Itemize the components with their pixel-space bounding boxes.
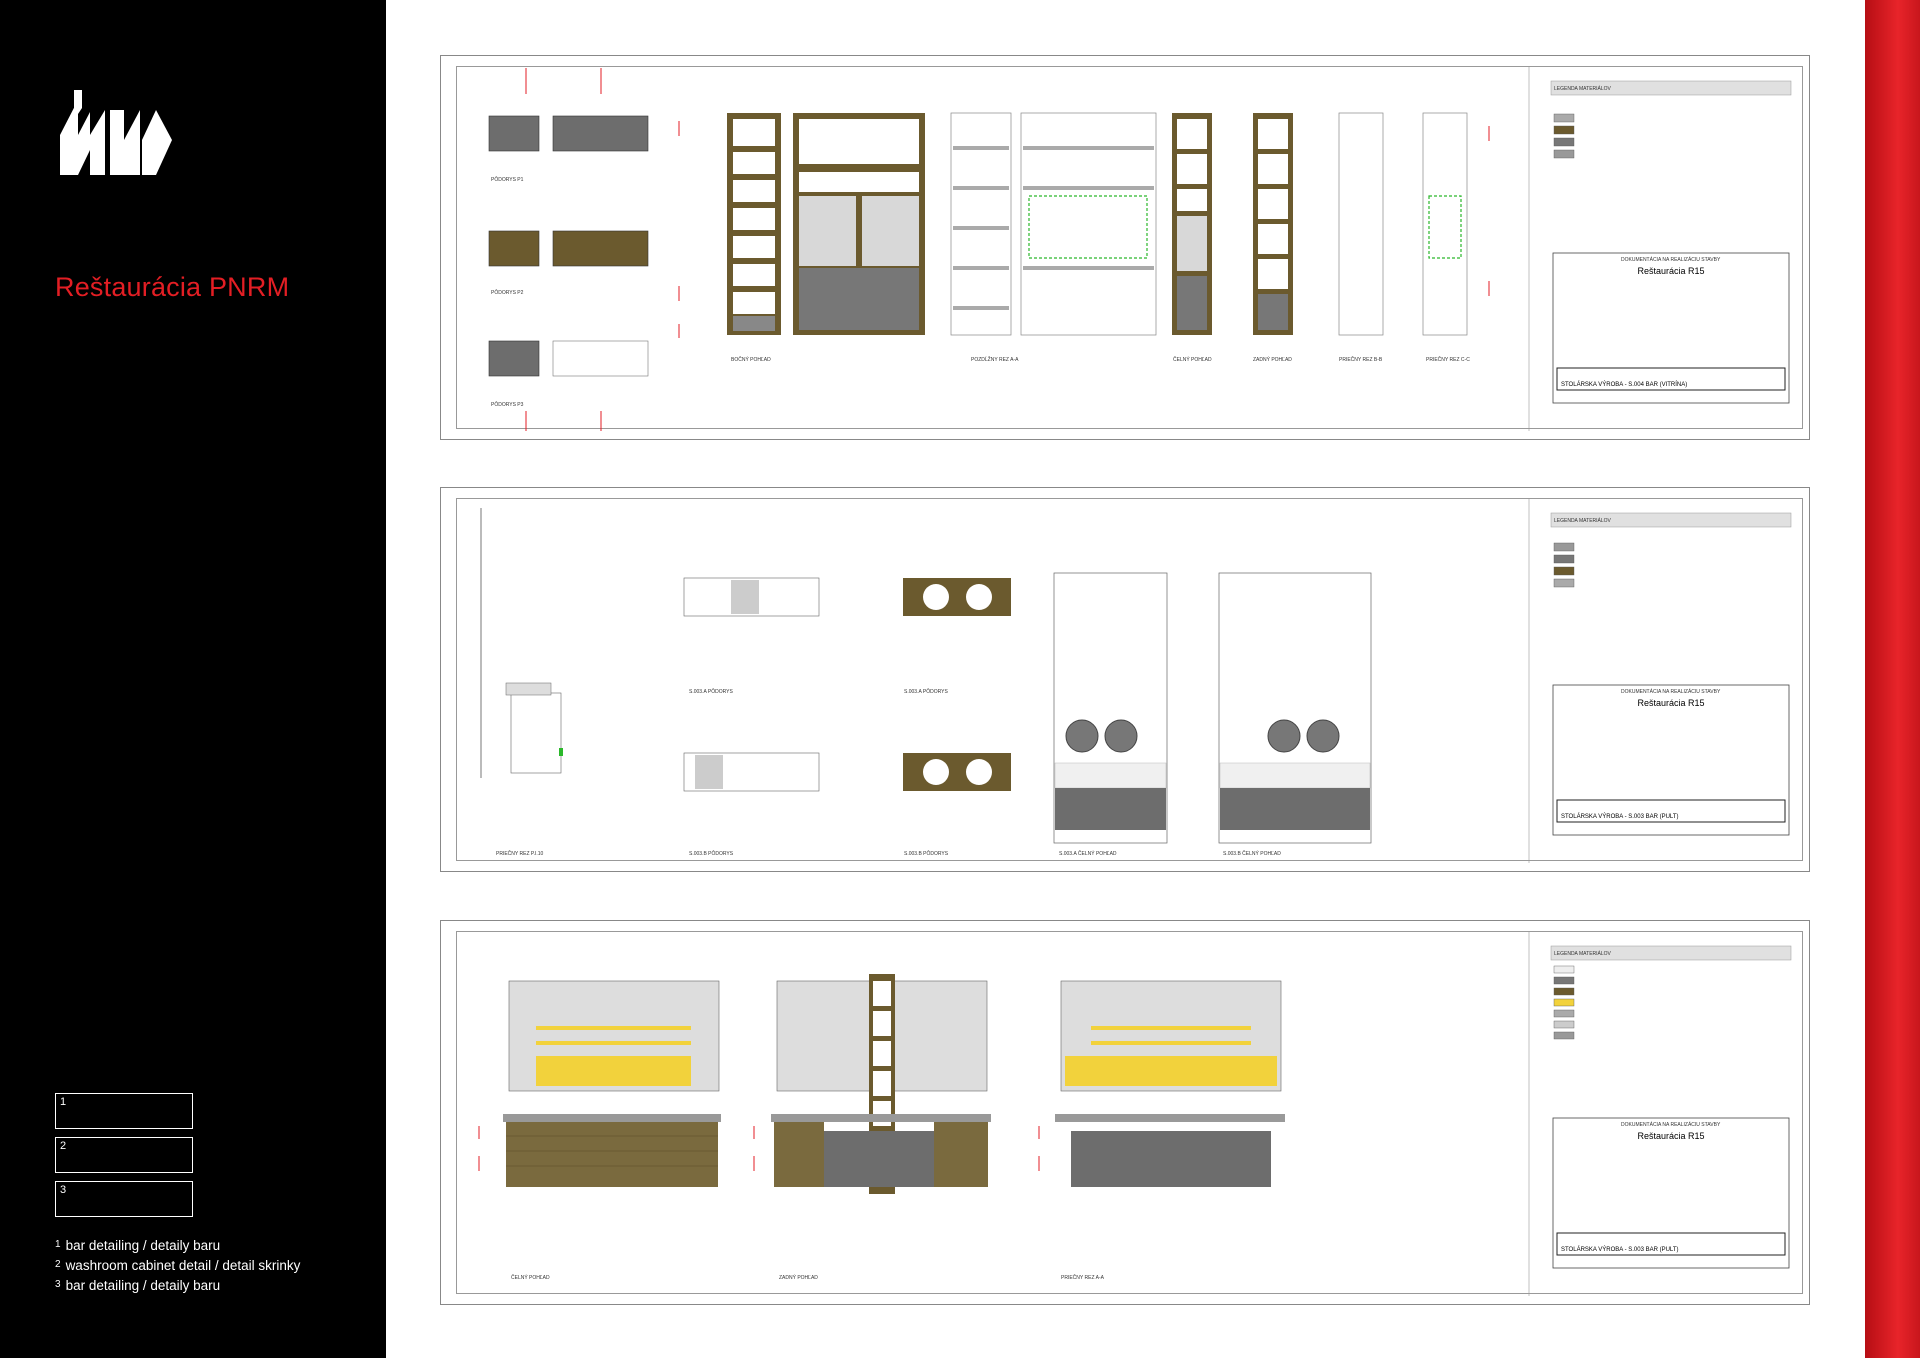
view-label: PRIEČNY REZ C-C [1426, 356, 1470, 363]
selector-box-3[interactable]: 3 [55, 1181, 193, 1217]
legend-text: bar detailing / detaily baru [65, 1278, 221, 1293]
materials-legend-title: LEGENDA MATERIÁLOV [1554, 517, 1612, 524]
view-label: PÔDORYS P3 [491, 401, 524, 408]
view-label: S.003.A PÔDORYS [904, 688, 948, 695]
legend-item: 1 bar detailing / detaily baru [55, 1235, 300, 1255]
legend-number: 3 [55, 1279, 61, 1290]
view-label: PRIEČNY REZ P.I.10 [496, 850, 544, 857]
sheet-3-drawing: ČELNÝ POHĽAD ZADNÝ POHĽAD PRIEČNY REZ A-… [478, 931, 1792, 1296]
legend-item: 3 bar detailing / detaily baru [55, 1275, 300, 1295]
drawing-title: STOLÁRSKA VÝROBA - S.004 BAR (VITRÍNA) [1561, 381, 1687, 388]
doc-header: DOKUMENTÁCIA NA REALIZÁCIU STAVBY [1621, 256, 1721, 263]
view-label: ČELNÝ POHĽAD [1173, 356, 1212, 363]
drawing-title: STOLÁRSKA VÝROBA - S.003 BAR (PULT) [1561, 1246, 1679, 1253]
side-text: PNRM [1908, 1179, 1920, 1356]
sheet-1-drawing: PÔDORYS P1 PÔDORYS P2 PÔDORYS P3 BOČNÝ P… [488, 66, 1792, 431]
view-label: S.003.B PÔDORYS [689, 850, 734, 857]
view-label: S.003.A PÔDORYS [689, 688, 733, 695]
legend-item: 2 washroom cabinet detail / detail skrink… [55, 1255, 300, 1275]
doc-header: DOKUMENTÁCIA NA REALIZÁCIU STAVBY [1621, 688, 1721, 695]
drawing-sheet-3: ČELNÝ POHĽAD ZADNÝ POHĽAD PRIEČNY REZ A-… [440, 920, 1810, 1305]
doc-header: DOKUMENTÁCIA NA REALIZÁCIU STAVBY [1621, 1121, 1721, 1128]
materials-legend-title: LEGENDA MATERIÁLOV [1554, 85, 1612, 92]
view-label: BOČNÝ POHĽAD [731, 356, 771, 363]
studio-logo [60, 90, 172, 175]
view-label: S.003.B ČELNÝ POHĽAD [1223, 850, 1281, 857]
view-label: PÔDORYS P1 [491, 176, 524, 183]
left-panel: Reštaurácia PNRM 1 2 3 1 bar detailing / … [0, 0, 386, 1358]
right-accent-bar: PNRM [1865, 0, 1920, 1358]
drawing-title: STOLÁRSKA VÝROBA - S.003 BAR (PULT) [1561, 813, 1679, 820]
view-label: PRIEČNY REZ B-B [1339, 356, 1383, 363]
project-title: Reštaurácia PNRM [55, 272, 290, 302]
selector-box-2[interactable]: 2 [55, 1137, 193, 1173]
legend-text: bar detailing / detaily baru [65, 1238, 221, 1253]
drawing-sheet-1: PÔDORYS P1 PÔDORYS P2 PÔDORYS P3 BOČNÝ P… [440, 55, 1810, 440]
view-label: PRIEČNY REZ A-A [1061, 1274, 1105, 1281]
selector-box-1[interactable]: 1 [55, 1093, 193, 1129]
selector-box-1-label: 1 [60, 1096, 67, 1108]
view-label: ZADNÝ POHĽAD [779, 1274, 818, 1281]
view-label: S.003.A ČELNÝ POHĽAD [1059, 850, 1117, 857]
legend-text: washroom cabinet detail / detail skrinky [65, 1258, 301, 1273]
selector-box-2-label: 2 [60, 1140, 67, 1152]
sheet-2-drawing: PRIEČNY REZ P.I.10 S.003.A PÔDORYS S.003… [480, 498, 1792, 863]
project-name: Reštaurácia R15 [1637, 1131, 1704, 1141]
drawing-legend: 1 bar detailing / detaily baru 2 washroom … [55, 1235, 300, 1295]
selector-box-3-label: 3 [60, 1184, 67, 1196]
legend-number: 1 [55, 1239, 61, 1250]
project-name: Reštaurácia R15 [1637, 266, 1704, 276]
project-name: Reštaurácia R15 [1637, 698, 1704, 708]
view-label: POZDĹŽNY REZ A-A [971, 355, 1019, 363]
view-label: ČELNÝ POHĽAD [511, 1274, 550, 1281]
view-label: PÔDORYS P2 [491, 289, 524, 296]
view-label: S.003.B PÔDORYS [904, 850, 949, 857]
materials-legend-title: LEGENDA MATERIÁLOV [1554, 950, 1612, 957]
view-label: ZADNÝ POHĽAD [1253, 356, 1292, 363]
drawing-sheet-2: PRIEČNY REZ P.I.10 S.003.A PÔDORYS S.003… [440, 487, 1810, 872]
legend-number: 2 [55, 1259, 61, 1270]
